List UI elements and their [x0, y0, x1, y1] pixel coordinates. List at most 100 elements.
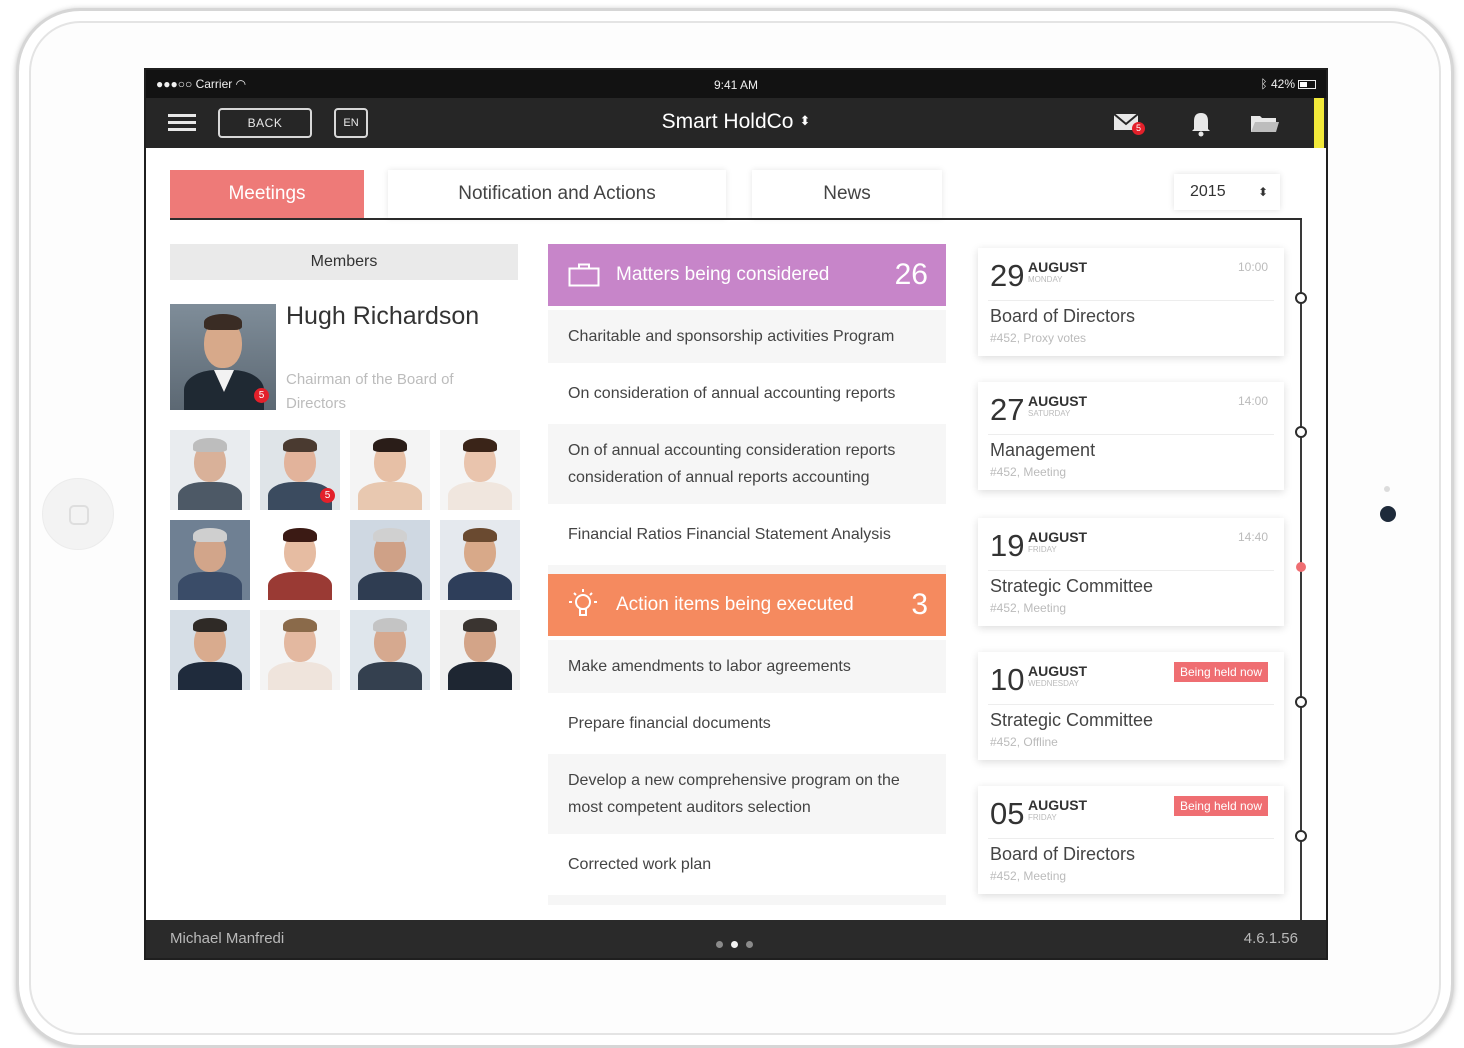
actions-panel: Action items being executed 3 Make amend…	[548, 574, 946, 905]
accent-strip	[1314, 98, 1324, 148]
actions-header[interactable]: Action items being executed 3	[548, 574, 946, 636]
tab-meetings[interactable]: Meetings	[170, 170, 364, 218]
panel-spacer	[548, 895, 946, 905]
member-avatar[interactable]: 5	[260, 430, 340, 510]
timeline-dot	[1295, 292, 1307, 304]
featured-member[interactable]: 5 Hugh Richardson Chairman of the Board …	[170, 302, 518, 414]
meeting-month: AUGUST	[1028, 259, 1088, 275]
meeting-weekday: Monday	[1028, 275, 1063, 284]
page-dot-active[interactable]	[731, 941, 738, 948]
matter-item[interactable]: On consideration of annual accounting re…	[548, 367, 946, 420]
card-divider	[988, 300, 1274, 301]
meeting-title: Management	[990, 440, 1096, 460]
page-dot[interactable]	[716, 941, 723, 948]
members-header: Members	[170, 244, 518, 280]
meeting-subtitle: #452, Meeting	[990, 601, 1067, 615]
mail-badge: 5	[1132, 122, 1145, 135]
member-avatar[interactable]	[260, 520, 340, 600]
timeline-dot	[1295, 426, 1307, 438]
timeline-dot	[1295, 830, 1307, 842]
tab-notifications-actions[interactable]: Notification and Actions	[388, 170, 726, 218]
ambient-sensor	[1384, 486, 1390, 492]
meeting-subtitle: #452, Meeting	[990, 465, 1067, 479]
updown-arrows-icon: ⬍	[799, 113, 811, 128]
member-avatar[interactable]	[170, 430, 250, 510]
member-avatar[interactable]	[170, 520, 250, 600]
meeting-month: AUGUST	[1028, 663, 1088, 679]
member-avatar[interactable]	[350, 520, 430, 600]
meeting-subtitle: #452, Meeting	[990, 869, 1067, 883]
front-camera	[1380, 506, 1396, 522]
action-item[interactable]: Make amendments to labor agreements	[548, 640, 946, 693]
card-divider	[988, 704, 1274, 705]
member-avatar[interactable]	[440, 430, 520, 510]
member-avatar[interactable]	[170, 610, 250, 690]
mail-icon[interactable]: 5	[1112, 108, 1146, 138]
company-title: Smart HoldCo	[661, 110, 794, 133]
matter-item[interactable]: Charitable and sponsorship activities Pr…	[548, 310, 946, 363]
meeting-weekday: Saturday	[1028, 409, 1071, 418]
meeting-card[interactable]: 29 AUGUST Monday 10:00 Board of Directors #45…	[978, 248, 1284, 356]
member-avatar[interactable]	[350, 610, 430, 690]
matters-title: Matters being considered	[616, 264, 830, 285]
avatar: 5	[170, 304, 276, 410]
lightbulb-icon	[569, 589, 597, 616]
meeting-card[interactable]: 19 AUGUST Friday 14:40 Strategic Committee #4…	[978, 518, 1284, 626]
timeline-line	[1300, 220, 1302, 958]
meeting-day: 19	[990, 528, 1025, 563]
meeting-time: 10:00	[1237, 260, 1268, 274]
card-divider	[988, 570, 1274, 571]
battery-icon	[1298, 80, 1316, 89]
member-badge: 5	[254, 388, 269, 403]
bell-icon[interactable]	[1184, 108, 1218, 138]
meeting-time: 14:00	[1237, 394, 1268, 408]
meeting-weekday: Wednesday	[1028, 679, 1079, 688]
matter-item[interactable]: On of annual accounting consideration re…	[548, 424, 946, 504]
bluetooth-icon: ᛒ	[1260, 77, 1268, 91]
company-switcher[interactable]: Smart HoldCo ⬍	[146, 110, 1326, 134]
meeting-card[interactable]: 05 AUGUST Friday Being held now Board of Dir…	[978, 786, 1284, 894]
status-bar: ●●●○○ Carrier ◠ 9:41 AM ᛒ 42%	[146, 70, 1326, 98]
year-select[interactable]: 2015 ⬍	[1174, 174, 1280, 210]
meeting-title: Board of Directors	[990, 844, 1136, 864]
meeting-day: 27	[990, 392, 1025, 427]
live-status-badge: Being held now	[1173, 662, 1268, 682]
member-badge: 5	[320, 488, 335, 503]
action-item[interactable]: Prepare financial documents	[548, 697, 946, 750]
meeting-month: AUGUST	[1028, 529, 1088, 545]
member-avatar[interactable]	[350, 430, 430, 510]
app-screen: ●●●○○ Carrier ◠ 9:41 AM ᛒ 42% BACK EN Sm…	[144, 68, 1328, 960]
meeting-subtitle: #452, Offline	[990, 735, 1058, 749]
meeting-weekday: Friday	[1028, 545, 1057, 554]
member-avatar[interactable]	[440, 610, 520, 690]
folder-icon[interactable]	[1248, 108, 1282, 138]
matters-header[interactable]: Matters being considered 26	[548, 244, 946, 306]
home-button[interactable]	[42, 478, 114, 550]
meeting-time: 14:40	[1237, 530, 1268, 544]
member-name: Hugh Richardson	[286, 302, 480, 330]
actions-title: Action items being executed	[616, 594, 854, 615]
action-item[interactable]: Develop a new comprehensive program on t…	[548, 754, 946, 834]
briefcase-icon	[568, 263, 600, 287]
meeting-title: Strategic Committee	[990, 710, 1154, 730]
meeting-card[interactable]: 27 AUGUST Saturday 14:00 Management #452, Mee…	[978, 382, 1284, 490]
page-dot[interactable]	[746, 941, 753, 948]
matter-item[interactable]: Financial Ratios Financial Statement Ana…	[548, 508, 946, 561]
page-indicator	[712, 935, 757, 952]
tab-news[interactable]: News	[752, 170, 942, 218]
member-avatar[interactable]	[440, 520, 520, 600]
card-divider	[988, 838, 1274, 839]
tab-bar: Meetings Notification and Actions News 2…	[170, 170, 1302, 220]
meeting-month: AUGUST	[1028, 797, 1088, 813]
meeting-day: 10	[990, 662, 1025, 697]
clock: 9:41 AM	[713, 78, 759, 92]
footer-bar: Michael Manfredi 4.6.1.56	[146, 920, 1326, 958]
matters-panel: Matters being considered 26 Charitable a…	[548, 244, 946, 575]
meeting-card[interactable]: 10 AUGUST Wednesday Being held now Strategic…	[978, 652, 1284, 760]
actions-count: 3	[911, 588, 928, 621]
app-version: 4.6.1.56	[1243, 930, 1298, 947]
member-avatar[interactable]	[260, 610, 340, 690]
action-item[interactable]: Corrected work plan	[548, 838, 946, 891]
meeting-weekday: Friday	[1028, 813, 1057, 822]
top-navbar: BACK EN Smart HoldCo ⬍ 5	[146, 98, 1326, 148]
